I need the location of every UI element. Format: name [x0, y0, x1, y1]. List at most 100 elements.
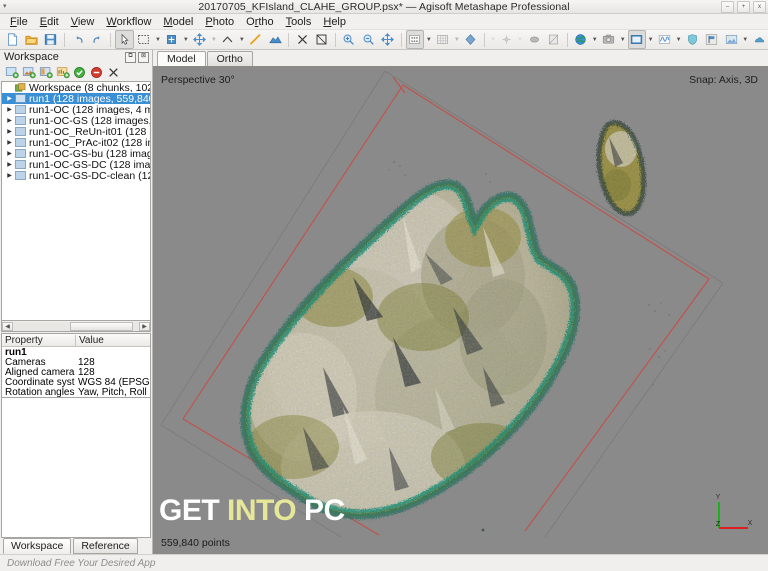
redo-icon[interactable]: [88, 30, 106, 49]
camera-visibility-icon[interactable]: [497, 30, 516, 49]
remove-icon[interactable]: [106, 65, 121, 80]
menu-model[interactable]: Model: [157, 15, 199, 29]
flag-icon[interactable]: [703, 30, 721, 49]
wave-dropdown-arrow-icon[interactable]: ▼: [675, 31, 683, 48]
close-panel-button[interactable]: ⊠: [138, 52, 149, 63]
minimize-button[interactable]: –: [721, 1, 734, 13]
properties-row-rotation-angles[interactable]: Rotation angles Yaw, Pitch, Roll: [2, 387, 150, 398]
rotate-dropdown-arrow-icon[interactable]: ▼: [238, 31, 246, 48]
menu-view[interactable]: View: [65, 15, 101, 29]
close-button[interactable]: x: [753, 1, 766, 13]
zoom-out-icon[interactable]: [359, 30, 377, 49]
region-icon[interactable]: [525, 30, 543, 49]
tree-item-chunk-7[interactable]: ▶ run1-OC-GS-DC-clean (128 imag: [2, 170, 150, 181]
move-dropdown-arrow-icon[interactable]: ▼: [210, 31, 218, 48]
undock-button[interactable]: ⧉: [125, 52, 136, 63]
system-menu-icon[interactable]: ▾: [3, 3, 7, 10]
camera-dropdown-arrow-icon[interactable]: ▼: [516, 31, 524, 48]
scroll-right-arrow-icon[interactable]: ▶: [139, 321, 150, 331]
scroll-track[interactable]: [13, 321, 139, 331]
save-icon[interactable]: [42, 30, 60, 49]
menu-photo[interactable]: Photo: [199, 15, 240, 29]
open-folder-icon[interactable]: [22, 30, 40, 49]
tree-item-chunk-1[interactable]: ▶ run1-OC (128 images, 4 marker:: [2, 104, 150, 115]
tab-ortho[interactable]: Ortho: [206, 51, 253, 66]
enable-icon[interactable]: [72, 65, 87, 80]
disable-icon[interactable]: [89, 65, 104, 80]
shapes-icon[interactable]: [266, 30, 284, 49]
properties-row-cameras[interactable]: Cameras 128: [2, 357, 150, 368]
move-region-icon[interactable]: [191, 30, 209, 49]
shaded-icon[interactable]: [462, 30, 480, 49]
menu-ortho[interactable]: Ortho: [240, 15, 280, 29]
chevron-right-icon[interactable]: ▶: [4, 106, 15, 113]
image-dropdown-arrow-icon[interactable]: ▼: [741, 31, 749, 48]
zoom-in-icon[interactable]: [340, 30, 358, 49]
mesh-dropdown-arrow-icon[interactable]: ▼: [453, 31, 461, 48]
model-dropdown-arrow-icon[interactable]: ▼: [647, 31, 655, 48]
tree-item-label: run1-OC_PrAc-it02 (128 images,: [29, 137, 150, 148]
tree-item-chunk-6[interactable]: ▶ run1-OC-GS-DC (128 images, 4: [2, 159, 150, 170]
model-view-icon[interactable]: [627, 30, 646, 49]
resize-region-icon[interactable]: [163, 30, 181, 49]
chevron-right-icon[interactable]: ▶: [4, 95, 15, 102]
delete-selection-icon[interactable]: [293, 30, 311, 49]
chevron-right-icon[interactable]: ▶: [4, 117, 15, 124]
workspace-tree-horizontal-scrollbar[interactable]: ◀ ▶: [1, 321, 151, 332]
workspace-tree[interactable]: Workspace (8 chunks, 1024 images ▶ run1 …: [1, 81, 151, 321]
point-cloud-dropdown-arrow-icon[interactable]: ▼: [425, 31, 433, 48]
tree-item-chunk-3[interactable]: ▶ run1-OC_ReUn-it01 (128 images: [2, 126, 150, 137]
add-chunk-icon[interactable]: [4, 65, 19, 80]
menu-help[interactable]: Help: [317, 15, 352, 29]
add-photos-icon[interactable]: [21, 65, 36, 80]
menu-tools[interactable]: Tools: [280, 15, 318, 29]
globe-dropdown-arrow-icon[interactable]: ▼: [591, 31, 599, 48]
tree-root-row[interactable]: Workspace (8 chunks, 1024 images: [2, 82, 150, 93]
chevron-right-icon[interactable]: ▶: [4, 172, 15, 179]
3d-viewport[interactable]: Perspective 30° Snap: Axis, 3D 559,840 p…: [153, 67, 768, 554]
navigation-arrow-icon[interactable]: [115, 30, 134, 49]
shield-icon[interactable]: [683, 30, 701, 49]
ruler-icon[interactable]: [247, 30, 265, 49]
add-folder-icon[interactable]: [38, 65, 53, 80]
add-markers-icon[interactable]: [55, 65, 70, 80]
maximize-button[interactable]: +: [737, 1, 750, 13]
chevron-right-icon[interactable]: ▶: [4, 139, 15, 146]
scroll-left-arrow-icon[interactable]: ◀: [2, 321, 13, 331]
left-dropdown-arrow-icon[interactable]: ▼: [489, 31, 497, 48]
properties-row-coordinate-system[interactable]: Coordinate system WGS 84 (EPSG::...: [2, 377, 150, 388]
image-icon[interactable]: [722, 30, 740, 49]
crop-selection-icon[interactable]: [313, 30, 331, 49]
mesh-icon[interactable]: [434, 30, 452, 49]
point-cloud-icon[interactable]: [405, 30, 425, 49]
properties-row-aligned-cameras[interactable]: Aligned cameras 128: [2, 367, 150, 378]
tree-item-chunk-5[interactable]: ▶ run1-OC-GS-bu (128 images, 4 n: [2, 148, 150, 159]
undo-icon[interactable]: [69, 30, 87, 49]
rectangle-selection-icon[interactable]: [135, 30, 153, 49]
wave-icon[interactable]: [655, 30, 673, 49]
shape-layer-icon[interactable]: [544, 30, 562, 49]
resize-dropdown-arrow-icon[interactable]: ▼: [182, 31, 190, 48]
rotate-region-icon[interactable]: [219, 30, 237, 49]
scroll-thumb[interactable]: [69, 321, 133, 331]
selection-dropdown-arrow-icon[interactable]: ▼: [154, 31, 162, 48]
chevron-right-icon[interactable]: ▶: [4, 150, 15, 157]
tree-item-chunk-4[interactable]: ▶ run1-OC_PrAc-it02 (128 images,: [2, 137, 150, 148]
menu-workflow[interactable]: Workflow: [100, 15, 157, 29]
photo-dropdown-arrow-icon[interactable]: ▼: [619, 31, 627, 48]
photo-icon[interactable]: [600, 30, 618, 49]
chevron-right-icon[interactable]: ▶: [4, 128, 15, 135]
menu-file[interactable]: File: [4, 15, 34, 29]
properties-object-row[interactable]: run1: [2, 347, 150, 358]
tree-item-chunk-2[interactable]: ▶ run1-OC-GS (128 images, 4 mar: [2, 115, 150, 126]
reset-view-icon[interactable]: [378, 30, 396, 49]
tab-reference[interactable]: Reference: [73, 538, 138, 554]
tab-workspace[interactable]: Workspace: [3, 538, 72, 554]
tree-item-chunk-0[interactable]: ▶ run1 (128 images, 559,840 t: [2, 93, 150, 104]
globe-icon[interactable]: [572, 30, 590, 49]
tab-model[interactable]: Model: [157, 51, 206, 66]
chevron-right-icon[interactable]: ▶: [4, 161, 15, 168]
cloud-icon[interactable]: [750, 30, 768, 49]
new-document-icon[interactable]: [3, 30, 21, 49]
menu-edit[interactable]: Edit: [34, 15, 65, 29]
